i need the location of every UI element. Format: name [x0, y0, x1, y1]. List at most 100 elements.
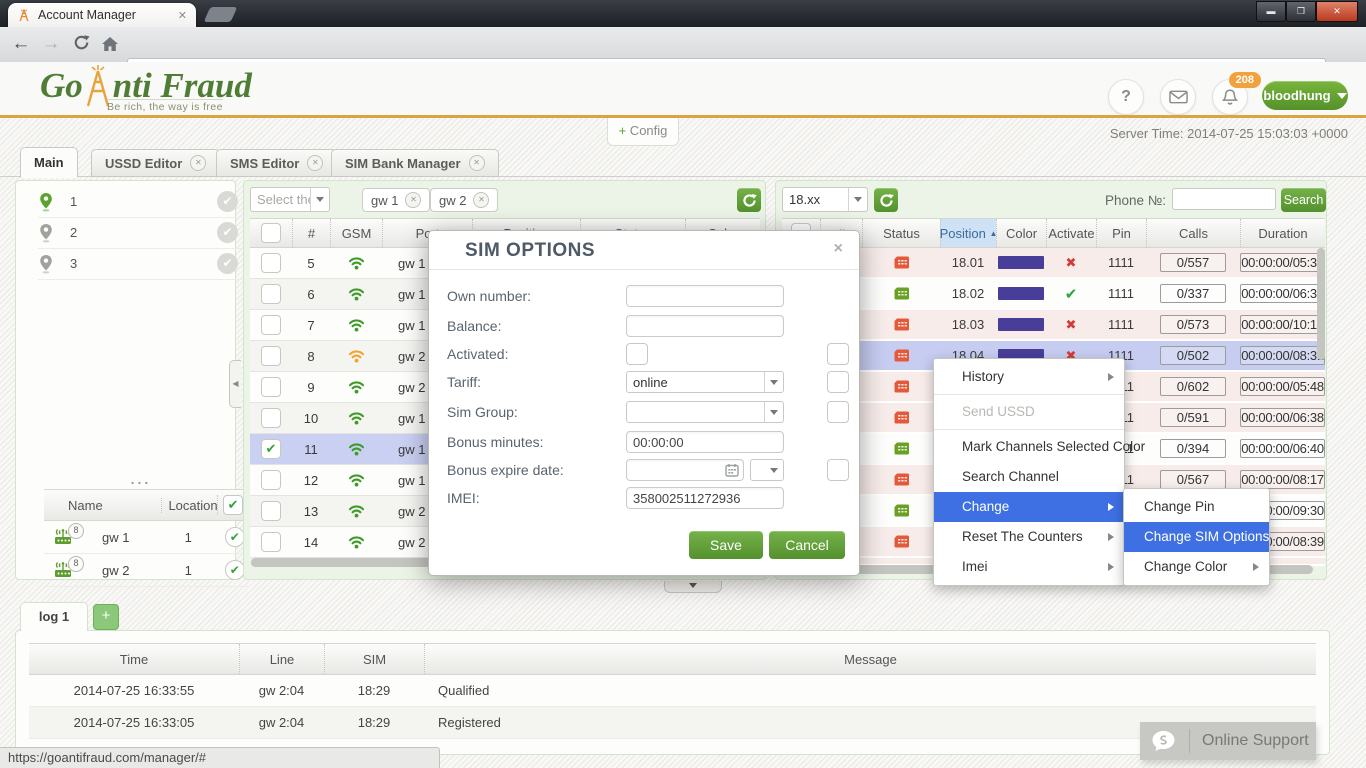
menu-item-change-pin[interactable]: Change Pin: [1124, 492, 1269, 522]
sim-group-apply-checkbox[interactable]: [827, 401, 849, 423]
gateway-check-icon[interactable]: ✔: [225, 560, 245, 580]
tab-close-icon[interactable]: ✕: [469, 155, 485, 171]
forward-icon[interactable]: →: [40, 27, 62, 60]
reload-icon[interactable]: [70, 29, 92, 62]
log-row[interactable]: 2014-07-25 16:33:55 gw 2:04 18:29 Qualif…: [29, 675, 1316, 707]
col-position-sorted[interactable]: Position ▲: [940, 219, 996, 247]
bonus-minutes-input[interactable]: [626, 431, 784, 453]
row-checkbox[interactable]: [261, 315, 281, 335]
sim-row[interactable]: 18.02 ✔ 1111 0/337 00:00:00/06:33: [782, 279, 1325, 310]
row-checkbox[interactable]: [261, 532, 281, 552]
bonus-expire-time-select[interactable]: [750, 459, 784, 481]
balance-input[interactable]: [626, 315, 784, 337]
modal-close-icon[interactable]: ×: [834, 240, 843, 258]
home-icon[interactable]: [99, 30, 121, 63]
gateway-check-icon[interactable]: ✔: [225, 527, 245, 547]
messages-button[interactable]: [1160, 79, 1196, 115]
select-all-checkbox[interactable]: ✔: [223, 495, 243, 515]
gateway-row[interactable]: 8 gw 2 1 ✔: [44, 554, 248, 587]
tag-remove-icon[interactable]: ✕: [473, 192, 489, 208]
minimize-button[interactable]: ▬: [1256, 1, 1286, 22]
col-num: #: [292, 219, 330, 247]
collapse-left-handle[interactable]: ◀: [229, 360, 241, 408]
back-icon[interactable]: ←: [10, 27, 32, 60]
locations-more-button[interactable]: ...: [38, 471, 244, 487]
tab-close-icon[interactable]: ✕: [307, 155, 323, 171]
refresh-simbank-button[interactable]: [874, 188, 898, 212]
collapse-bottom-handle[interactable]: [664, 581, 722, 593]
imei-input[interactable]: [626, 487, 784, 509]
cancel-button[interactable]: Cancel: [769, 531, 845, 559]
bonus-expire-apply-checkbox[interactable]: [827, 459, 849, 481]
phone-search-input[interactable]: [1172, 188, 1276, 210]
location-check-icon[interactable]: ✔: [217, 191, 238, 212]
menu-item-change[interactable]: Change: [934, 492, 1124, 522]
tariff-apply-checkbox[interactable]: [827, 371, 849, 393]
tab-sms-editor[interactable]: SMS Editor ✕: [216, 149, 337, 177]
deactivated-icon[interactable]: ✖: [1066, 255, 1077, 271]
tab-close-icon[interactable]: ✕: [190, 155, 206, 171]
calendar-icon[interactable]: [725, 463, 739, 482]
own-number-input[interactable]: [626, 285, 784, 307]
tab-ussd-editor[interactable]: USSD Editor ✕: [91, 149, 220, 177]
tab-sim-bank-manager[interactable]: SIM Bank Manager ✕: [331, 149, 499, 177]
tab-close-icon[interactable]: ✕: [178, 9, 187, 22]
menu-item-change-sim-options[interactable]: Change SIM Options: [1124, 522, 1269, 552]
online-support-button[interactable]: Online Support: [1140, 722, 1316, 760]
add-log-tab-button[interactable]: +: [93, 604, 119, 630]
sim-color-bar[interactable]: [998, 287, 1044, 300]
filter-tag-gw2[interactable]: gw 2 ✕: [430, 188, 498, 212]
bank-select[interactable]: 18.xx: [782, 187, 868, 212]
location-item-2[interactable]: 2 ✔: [38, 217, 244, 249]
browser-tab[interactable]: Account Manager ✕: [8, 3, 196, 27]
filter-tag-gw1[interactable]: gw 1 ✕: [362, 188, 430, 212]
user-menu-button[interactable]: bloodhung: [1262, 81, 1348, 110]
company-select[interactable]: Select the co: [250, 187, 330, 212]
sim-color-bar[interactable]: [998, 256, 1044, 269]
location-item-1[interactable]: 1 ✔: [38, 186, 244, 218]
tab-main[interactable]: Main: [20, 147, 78, 178]
row-checkbox-checked[interactable]: ✔: [261, 439, 281, 459]
row-checkbox[interactable]: [261, 284, 281, 304]
sim-row[interactable]: 18.03 ✖ 1111 0/573 00:00:00/10:14: [782, 310, 1325, 341]
restore-button[interactable]: ❐: [1286, 1, 1316, 22]
tag-remove-icon[interactable]: ✕: [405, 192, 421, 208]
row-checkbox[interactable]: [261, 346, 281, 366]
search-button[interactable]: Search: [1281, 188, 1326, 212]
activated-apply-checkbox[interactable]: [827, 343, 849, 365]
refresh-channels-button[interactable]: [737, 188, 761, 212]
location-item-3[interactable]: 3 ✔: [38, 248, 244, 280]
row-checkbox[interactable]: [261, 470, 281, 490]
new-tab-button[interactable]: [204, 7, 238, 22]
log-tab[interactable]: log 1: [20, 602, 88, 631]
save-button[interactable]: Save: [689, 531, 763, 559]
select-all-checkbox[interactable]: [261, 223, 281, 243]
log-row[interactable]: 2014-07-25 16:33:05 gw 2:04 18:29 Regist…: [29, 707, 1316, 739]
location-check-icon[interactable]: ✔: [217, 222, 238, 243]
menu-item-search-channel[interactable]: Search Channel: [934, 462, 1124, 492]
row-checkbox[interactable]: [261, 253, 281, 273]
row-checkbox[interactable]: [261, 377, 281, 397]
activated-icon[interactable]: ✔: [1065, 285, 1078, 303]
sim-group-select[interactable]: [626, 401, 784, 423]
tariff-select[interactable]: online: [626, 371, 784, 393]
help-button[interactable]: ?: [1108, 79, 1144, 115]
menu-item-history[interactable]: History: [934, 362, 1124, 392]
deactivated-icon[interactable]: ✖: [1066, 317, 1077, 333]
row-checkbox[interactable]: [261, 501, 281, 521]
notifications-button[interactable]: 208: [1212, 79, 1248, 115]
menu-item-send-ussd[interactable]: Send USSD: [934, 397, 1124, 427]
menu-item-imei[interactable]: Imei: [934, 552, 1124, 582]
sim-row[interactable]: 18.01 ✖ 1111 0/557 00:00:00/05:30: [782, 248, 1325, 279]
menu-item-change-color[interactable]: Change Color: [1124, 552, 1269, 582]
config-button[interactable]: + Config: [607, 118, 679, 146]
v-scrollbar-thumb[interactable]: [1317, 248, 1325, 360]
menu-item-mark-channels[interactable]: Mark Channels Selected Color: [934, 432, 1124, 462]
menu-item-reset-counters[interactable]: Reset The Counters: [934, 522, 1124, 552]
close-button[interactable]: ✕: [1316, 1, 1358, 22]
activated-checkbox[interactable]: [626, 343, 648, 365]
sim-color-bar[interactable]: [998, 318, 1044, 331]
row-checkbox[interactable]: [261, 408, 281, 428]
location-check-icon[interactable]: ✔: [217, 253, 238, 274]
gateway-row[interactable]: 8 gw 1 1 ✔: [44, 521, 248, 554]
